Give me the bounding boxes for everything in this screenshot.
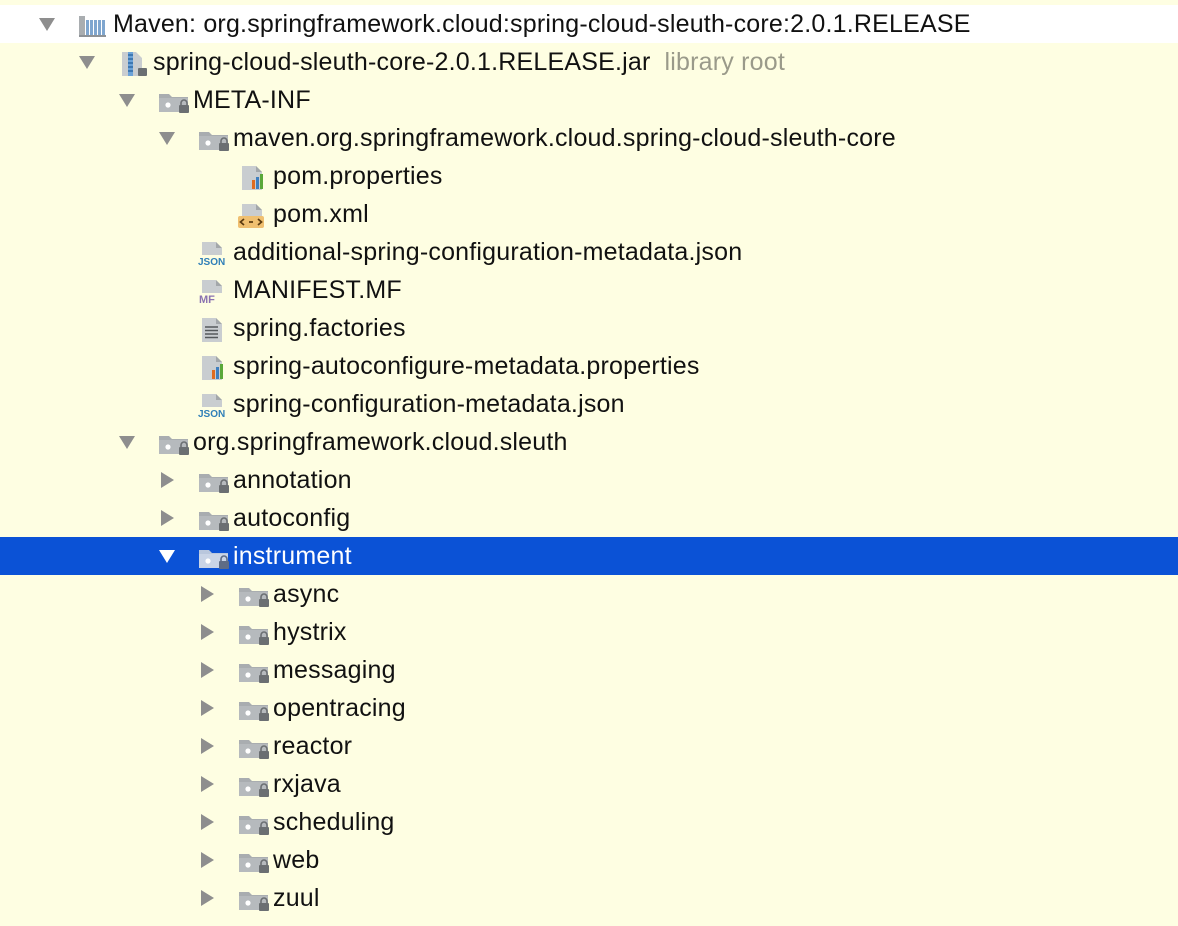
tree-node-config-json[interactable]: JSON spring-configuration-metadata.json bbox=[0, 385, 1178, 423]
tree-node-label: spring-cloud-sleuth-core-2.0.1.RELEASE.j… bbox=[153, 43, 785, 81]
tree-node-label: scheduling bbox=[273, 808, 395, 836]
tree-node-label: zuul bbox=[273, 884, 320, 912]
tree-node-spring-factories[interactable]: spring.factories bbox=[0, 309, 1178, 347]
package-folder-icon bbox=[198, 470, 232, 494]
tree-node-async[interactable]: async bbox=[0, 575, 1178, 613]
tree-node-reactor[interactable]: reactor bbox=[0, 727, 1178, 765]
expand-arrow-down-icon[interactable] bbox=[156, 537, 178, 575]
expand-arrow-down-icon[interactable] bbox=[116, 81, 138, 119]
library-root-hint: library root bbox=[664, 48, 786, 76]
expand-arrow-right-icon[interactable] bbox=[196, 765, 218, 803]
properties-file-icon bbox=[198, 356, 232, 380]
tree-node-label: reactor bbox=[273, 732, 353, 760]
package-folder-icon bbox=[238, 812, 272, 836]
tree-node-pom-xml[interactable]: pom.xml bbox=[0, 195, 1178, 233]
tree-node-label: hystrix bbox=[273, 618, 347, 646]
expand-arrow-down-icon[interactable] bbox=[156, 119, 178, 157]
tree-node-meta-inf[interactable]: META-INF bbox=[0, 81, 1178, 119]
package-folder-icon bbox=[238, 888, 272, 912]
expand-arrow-right-icon[interactable] bbox=[196, 727, 218, 765]
package-folder-icon bbox=[198, 508, 232, 532]
project-tree: Maven: org.springframework.cloud:spring-… bbox=[0, 0, 1178, 926]
jar-icon bbox=[118, 52, 152, 76]
expand-arrow-right-icon[interactable] bbox=[196, 879, 218, 917]
tree-node-label: autoconfig bbox=[233, 504, 351, 532]
tree-node-label: spring-configuration-metadata.json bbox=[233, 390, 625, 418]
expand-arrow-right-icon[interactable] bbox=[156, 499, 178, 537]
manifest-file-icon: MF bbox=[198, 280, 232, 304]
xml-file-icon bbox=[238, 204, 272, 228]
svg-text:JSON: JSON bbox=[198, 409, 225, 418]
package-folder-icon bbox=[238, 736, 272, 760]
tree-node-maven-library[interactable]: Maven: org.springframework.cloud:spring-… bbox=[0, 5, 1178, 43]
package-folder-icon bbox=[238, 660, 272, 684]
tree-node-label: instrument bbox=[233, 542, 352, 570]
tree-node-additional-json[interactable]: JSON additional-spring-configuration-met… bbox=[0, 233, 1178, 271]
tree-node-web[interactable]: web bbox=[0, 841, 1178, 879]
tree-node-pom-properties[interactable]: pom.properties bbox=[0, 157, 1178, 195]
expand-arrow-right-icon[interactable] bbox=[196, 575, 218, 613]
tree-node-autoconfig[interactable]: autoconfig bbox=[0, 499, 1178, 537]
tree-node-sleuth-package[interactable]: org.springframework.cloud.sleuth bbox=[0, 423, 1178, 461]
tree-node-label: spring-autoconfigure-metadata.properties bbox=[233, 352, 700, 380]
expand-arrow-right-icon[interactable] bbox=[196, 651, 218, 689]
tree-node-label: async bbox=[273, 580, 340, 608]
tree-node-label: org.springframework.cloud.sleuth bbox=[193, 428, 568, 456]
svg-text:JSON: JSON bbox=[198, 257, 225, 266]
package-folder-icon bbox=[238, 850, 272, 874]
tree-node-instrument[interactable]: instrument bbox=[0, 537, 1178, 575]
package-folder-icon bbox=[198, 128, 232, 152]
package-folder-icon bbox=[158, 90, 192, 114]
expand-arrow-down-icon[interactable] bbox=[76, 43, 98, 81]
tree-node-zuul[interactable]: zuul bbox=[0, 879, 1178, 917]
package-folder-icon bbox=[238, 698, 272, 722]
tree-node-label: opentracing bbox=[273, 694, 406, 722]
tree-node-messaging[interactable]: messaging bbox=[0, 651, 1178, 689]
package-folder-icon bbox=[198, 546, 232, 570]
tree-node-label: pom.properties bbox=[273, 162, 443, 190]
tree-node-label: pom.xml bbox=[273, 200, 369, 228]
tree-node-manifest[interactable]: MF MANIFEST.MF bbox=[0, 271, 1178, 309]
expand-arrow-right-icon[interactable] bbox=[156, 461, 178, 499]
library-icon bbox=[78, 14, 112, 38]
expand-arrow-right-icon[interactable] bbox=[196, 803, 218, 841]
expand-arrow-down-icon[interactable] bbox=[116, 423, 138, 461]
tree-node-label: Maven: org.springframework.cloud:spring-… bbox=[113, 10, 971, 38]
tree-node-label: web bbox=[273, 846, 320, 874]
expand-arrow-down-icon[interactable] bbox=[36, 5, 58, 43]
tree-node-label: MANIFEST.MF bbox=[233, 276, 402, 304]
tree-node-maven-package[interactable]: maven.org.springframework.cloud.spring-c… bbox=[0, 119, 1178, 157]
tree-node-hystrix[interactable]: hystrix bbox=[0, 613, 1178, 651]
json-file-icon: JSON bbox=[198, 242, 232, 266]
expand-arrow-right-icon[interactable] bbox=[196, 613, 218, 651]
tree-node-jar[interactable]: spring-cloud-sleuth-core-2.0.1.RELEASE.j… bbox=[0, 43, 1178, 81]
package-folder-icon bbox=[158, 432, 192, 456]
tree-node-label: spring.factories bbox=[233, 314, 406, 342]
package-folder-icon bbox=[238, 584, 272, 608]
jar-name: spring-cloud-sleuth-core-2.0.1.RELEASE.j… bbox=[153, 48, 651, 76]
svg-text:MF: MF bbox=[199, 294, 215, 304]
tree-node-opentracing[interactable]: opentracing bbox=[0, 689, 1178, 727]
tree-node-rxjava[interactable]: rxjava bbox=[0, 765, 1178, 803]
text-file-icon bbox=[198, 318, 232, 342]
tree-node-annotation[interactable]: annotation bbox=[0, 461, 1178, 499]
properties-file-icon bbox=[238, 166, 272, 190]
expand-arrow-right-icon[interactable] bbox=[196, 841, 218, 879]
tree-node-label: maven.org.springframework.cloud.spring-c… bbox=[233, 124, 896, 152]
tree-node-label: META-INF bbox=[193, 86, 311, 114]
tree-node-label: annotation bbox=[233, 466, 352, 494]
tree-node-label: additional-spring-configuration-metadata… bbox=[233, 238, 743, 266]
expand-arrow-right-icon[interactable] bbox=[196, 689, 218, 727]
package-folder-icon bbox=[238, 622, 272, 646]
package-folder-icon bbox=[238, 774, 272, 798]
tree-node-scheduling[interactable]: scheduling bbox=[0, 803, 1178, 841]
tree-node-label: messaging bbox=[273, 656, 396, 684]
json-file-icon: JSON bbox=[198, 394, 232, 418]
tree-node-label: rxjava bbox=[273, 770, 341, 798]
tree-node-autoconfigure-properties[interactable]: spring-autoconfigure-metadata.properties bbox=[0, 347, 1178, 385]
